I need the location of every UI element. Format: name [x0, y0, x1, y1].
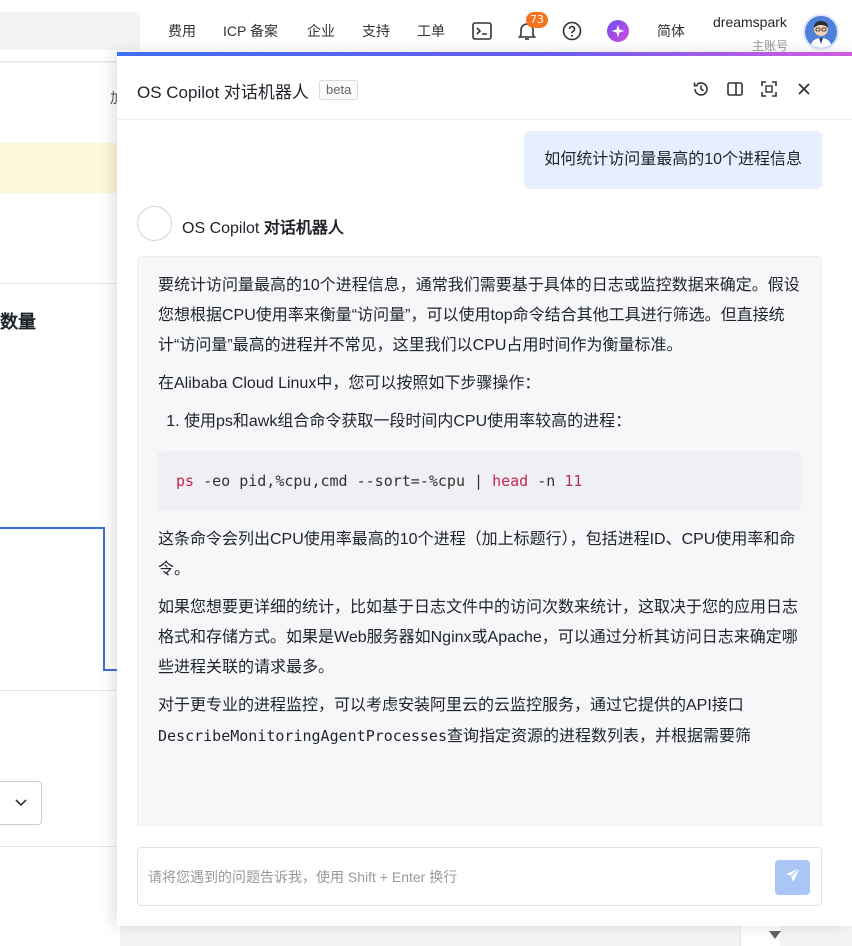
answer-text: 对于更专业的进程监控，可以考虑安装阿里云的云监控服务，通过它提供的API接口 [158, 697, 744, 714]
language-switch[interactable]: 简体 [657, 22, 685, 40]
answer-inline-code: DescribeMonitoringAgentProcesses [158, 727, 447, 745]
answer-paragraph: 对于更专业的进程监控，可以考虑安装阿里云的云监控服务，通过它提供的API接口 De… [158, 691, 801, 752]
background-divider [0, 690, 120, 691]
bot-answer: 要统计访问量最高的10个进程信息，通常我们需要基于具体的日志或监控数据来确定。假… [137, 256, 822, 827]
answer-text: 查询指定资源的进程数列表，并根据需要筛 [446, 728, 751, 745]
history-icon[interactable] [692, 80, 710, 98]
code-args: -eo pid,%cpu,cmd --sort=-%cpu | [194, 472, 493, 490]
panel-title: OS Copilot 对话机器人 [137, 83, 309, 102]
answer-step: 使用ps和awk组合命令获取一段时间内CPU使用率较高的进程： [184, 407, 801, 437]
code-block[interactable]: ps -eo pid,%cpu,cmd --sort=-%cpu | head … [158, 451, 801, 511]
copilot-panel: OS Copilot 对话机器人 beta 如何统计访问量最高的10个进程信息 … [117, 52, 852, 926]
background-select[interactable] [0, 781, 42, 825]
background-corner [740, 926, 781, 946]
code-args: -n [528, 472, 565, 490]
fullscreen-icon[interactable] [760, 80, 778, 98]
panel-header: OS Copilot 对话机器人 beta [117, 56, 852, 120]
bot-avatar [137, 206, 172, 241]
chat-input-area [137, 847, 822, 906]
background-section-title: 数量 [0, 312, 36, 332]
answer-paragraph: 在Alibaba Cloud Linux中，您可以按照如下步骤操作： [158, 375, 541, 392]
copilot-sparkle-icon[interactable] [607, 20, 629, 42]
answer-steps: 使用ps和awk组合命令获取一段时间内CPU使用率较高的进程： [184, 407, 801, 437]
chevron-down-icon [13, 794, 29, 815]
user-message: 如何统计访问量最高的10个进程信息 [524, 131, 822, 189]
background-divider [0, 846, 120, 847]
code-command: head [492, 472, 529, 490]
send-icon [784, 866, 802, 889]
bot-name-prefix: OS Copilot [182, 220, 264, 237]
background-chart [0, 527, 120, 671]
top-search-box[interactable] [0, 12, 140, 50]
split-view-icon[interactable] [726, 80, 744, 98]
code-number: 11 [564, 472, 583, 490]
nav-item-tickets[interactable]: 工单 [417, 22, 445, 40]
nav-item-support[interactable]: 支持 [362, 22, 390, 40]
bot-name: OS Copilot 对话机器人 [182, 214, 344, 238]
chat-input[interactable] [148, 848, 758, 905]
terminal-icon[interactable] [471, 20, 493, 42]
answer-paragraph: 要统计访问量最高的10个进程信息，通常我们需要基于具体的日志或监控数据来确定。假… [158, 277, 800, 354]
answer-paragraph: 这条命令会列出CPU使用率最高的10个进程（加上标题行），包括进程ID、CPU使… [158, 531, 796, 578]
notification-badge: 73 [526, 12, 548, 28]
background-divider [0, 283, 120, 284]
user-name[interactable]: dreamspark [713, 14, 787, 30]
send-button[interactable] [775, 860, 810, 895]
background-notice-bar [0, 143, 120, 193]
code-command: ps [176, 472, 195, 490]
answer-paragraph: 如果您想要更详细的统计，比如基于日志文件中的访问次数来统计，这取决于您的应用日志… [158, 599, 799, 676]
nav-item-billing[interactable]: 费用 [168, 22, 196, 40]
nav-item-enterprise[interactable]: 企业 [307, 22, 335, 40]
help-icon[interactable] [561, 20, 583, 42]
beta-badge: beta [319, 80, 359, 100]
chat-history[interactable]: 如何统计访问量最高的10个进程信息 OS Copilot 对话机器人 要统计访问… [117, 121, 852, 827]
avatar[interactable] [803, 14, 839, 50]
nav-item-icp[interactable]: ICP 备案 [223, 22, 278, 40]
close-icon[interactable] [795, 80, 813, 98]
bot-name-bold: 对话机器人 [263, 220, 344, 237]
